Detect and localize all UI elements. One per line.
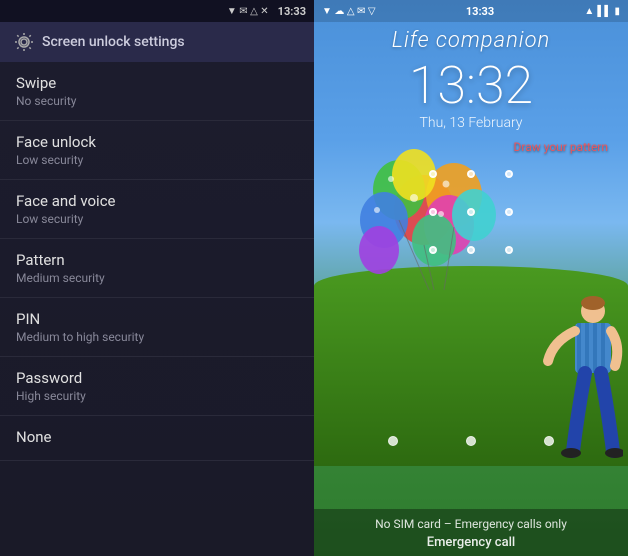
pin-title: PIN <box>16 310 298 328</box>
emergency-call-button[interactable]: Emergency call <box>314 535 628 550</box>
unlock-options-list: Swipe No security Face unlock Low securi… <box>0 62 314 556</box>
life-companion-text: Life companion <box>314 28 628 53</box>
status-bar-left: ▼ ✉ △ ✕ 13:33 <box>0 0 314 22</box>
page-dot-2 <box>466 436 476 446</box>
pattern-dot-1[interactable] <box>429 170 437 178</box>
status-time-left: 13:33 <box>278 5 306 18</box>
face-unlock-subtitle: Low security <box>16 153 298 167</box>
settings-header: Screen unlock settings <box>0 22 314 62</box>
page-dot-1 <box>388 436 398 446</box>
signal-icon: ▌▌ <box>597 6 611 17</box>
lockscreen-panel: ▼ ☁ △ ✉ ▽ 13:33 ▲ ▌▌ ▮ Life companion 13… <box>314 0 628 556</box>
face-unlock-option[interactable]: Face unlock Low security <box>0 121 314 180</box>
none-title: None <box>16 428 298 446</box>
password-title: Password <box>16 369 298 387</box>
wifi-icon: ▲ <box>584 6 594 17</box>
lockscreen-time: 13:32 <box>314 55 628 116</box>
pattern-dot-7[interactable] <box>429 246 437 254</box>
pattern-option[interactable]: Pattern Medium security <box>0 239 314 298</box>
pattern-dot-2[interactable] <box>467 170 475 178</box>
notification-icons-right: ▼ ☁ △ ✉ ▽ <box>322 6 376 17</box>
pattern-dot-9[interactable] <box>505 246 513 254</box>
face-voice-title: Face and voice <box>16 192 298 210</box>
pattern-dot-4[interactable] <box>429 208 437 216</box>
pattern-dot-3[interactable] <box>505 170 513 178</box>
status-left-icons: ▼ ☁ △ ✉ ▽ <box>322 6 376 17</box>
pattern-subtitle: Medium security <box>16 271 298 285</box>
page-dot-3 <box>544 436 554 446</box>
none-option[interactable]: None <box>0 416 314 461</box>
pattern-title: Pattern <box>16 251 298 269</box>
pattern-grid[interactable] <box>429 170 513 254</box>
page-dots <box>314 436 628 446</box>
lockscreen-status-time: 13:33 <box>466 5 494 18</box>
password-subtitle: High security <box>16 389 298 403</box>
pattern-dot-6[interactable] <box>505 208 513 216</box>
swipe-title: Swipe <box>16 74 298 92</box>
face-voice-subtitle: Low security <box>16 212 298 226</box>
settings-panel: ▼ ✉ △ ✕ 13:33 Screen unlock settings Swi… <box>0 0 314 556</box>
pin-subtitle: Medium to high security <box>16 330 298 344</box>
swipe-option[interactable]: Swipe No security <box>0 62 314 121</box>
draw-pattern-hint: Draw your pattern <box>514 140 609 154</box>
status-icons-left: ▼ ✉ △ ✕ 13:33 <box>227 5 306 18</box>
swipe-subtitle: No security <box>16 94 298 108</box>
status-right-icons: ▲ ▌▌ ▮ <box>584 6 620 17</box>
battery-icon: ▮ <box>614 6 620 17</box>
face-voice-option[interactable]: Face and voice Low security <box>0 180 314 239</box>
pattern-dot-8[interactable] <box>467 246 475 254</box>
pattern-dot-5[interactable] <box>467 208 475 216</box>
settings-title: Screen unlock settings <box>42 34 185 50</box>
lockscreen-bottom-bar: No SIM card – Emergency calls only Emerg… <box>314 509 628 556</box>
notification-icons: ▼ ✉ △ ✕ <box>227 6 269 17</box>
gear-icon <box>14 32 34 52</box>
face-unlock-title: Face unlock <box>16 133 298 151</box>
no-sim-text: No SIM card – Emergency calls only <box>314 517 628 531</box>
password-option[interactable]: Password High security <box>0 357 314 416</box>
status-bar-right: ▼ ☁ △ ✉ ▽ 13:33 ▲ ▌▌ ▮ <box>314 0 628 22</box>
pin-option[interactable]: PIN Medium to high security <box>0 298 314 357</box>
